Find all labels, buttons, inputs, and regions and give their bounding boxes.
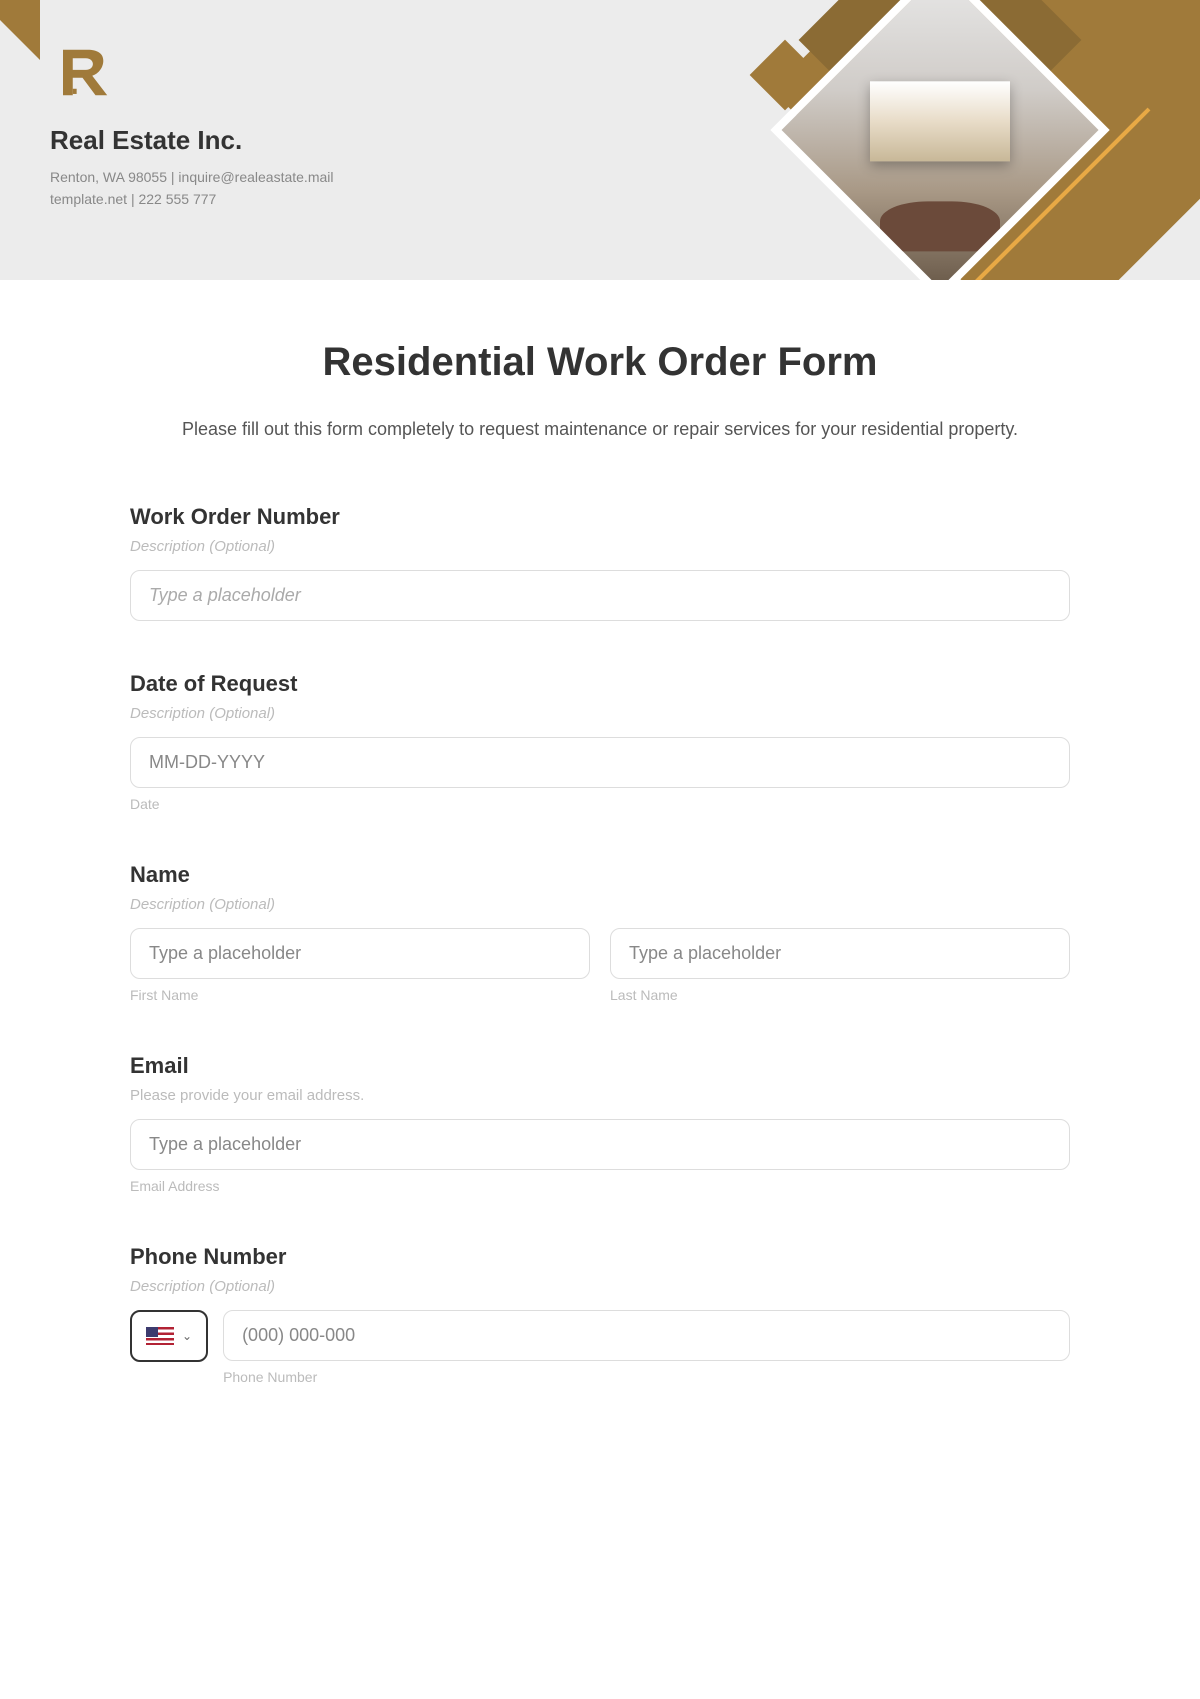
email-description: Please provide your email address. bbox=[130, 1087, 1070, 1104]
date-request-input[interactable] bbox=[130, 737, 1070, 788]
last-name-col: Last Name bbox=[610, 928, 1070, 1003]
name-row: First Name Last Name bbox=[130, 928, 1070, 1003]
company-logo bbox=[50, 40, 1150, 110]
first-name-input[interactable] bbox=[130, 928, 590, 979]
date-sublabel: Date bbox=[130, 796, 1070, 812]
header-banner: Real Estate Inc. Renton, WA 98055 | inqu… bbox=[0, 0, 1200, 280]
company-contact: template.net | 222 555 777 bbox=[50, 188, 1150, 210]
email-field: Email Please provide your email address.… bbox=[130, 1053, 1070, 1194]
phone-row: ⌄ Phone Number bbox=[130, 1310, 1070, 1385]
company-address: Renton, WA 98055 | inquire@realeastate.m… bbox=[50, 166, 1150, 188]
phone-description: Description (Optional) bbox=[130, 1278, 1070, 1295]
form-title: Residential Work Order Form bbox=[130, 340, 1070, 385]
name-description: Description (Optional) bbox=[130, 896, 1070, 913]
logo-icon bbox=[50, 40, 115, 105]
phone-field: Phone Number Description (Optional) ⌄ Ph… bbox=[130, 1244, 1070, 1385]
phone-label: Phone Number bbox=[130, 1244, 1070, 1270]
phone-input-col: Phone Number bbox=[223, 1310, 1070, 1385]
country-code-select[interactable]: ⌄ bbox=[130, 1310, 208, 1362]
first-name-col: First Name bbox=[130, 928, 590, 1003]
work-order-description: Description (Optional) bbox=[130, 538, 1070, 555]
phone-input[interactable] bbox=[223, 1310, 1070, 1361]
us-flag-icon bbox=[146, 1327, 174, 1345]
last-name-input[interactable] bbox=[610, 928, 1070, 979]
email-label: Email bbox=[130, 1053, 1070, 1079]
date-request-label: Date of Request bbox=[130, 671, 1070, 697]
chevron-down-icon: ⌄ bbox=[182, 1329, 192, 1343]
phone-sublabel: Phone Number bbox=[223, 1369, 1070, 1385]
first-name-sublabel: First Name bbox=[130, 987, 590, 1003]
email-sublabel: Email Address bbox=[130, 1178, 1070, 1194]
work-order-input[interactable] bbox=[130, 570, 1070, 621]
name-label: Name bbox=[130, 862, 1070, 888]
work-order-label: Work Order Number bbox=[130, 504, 1070, 530]
last-name-sublabel: Last Name bbox=[610, 987, 1070, 1003]
company-name: Real Estate Inc. bbox=[50, 125, 1150, 156]
form-container: Residential Work Order Form Please fill … bbox=[0, 280, 1200, 1475]
form-intro: Please fill out this form completely to … bbox=[130, 415, 1070, 444]
name-field: Name Description (Optional) First Name L… bbox=[130, 862, 1070, 1003]
date-request-field: Date of Request Description (Optional) D… bbox=[130, 671, 1070, 812]
work-order-field: Work Order Number Description (Optional) bbox=[130, 504, 1070, 621]
header-content: Real Estate Inc. Renton, WA 98055 | inqu… bbox=[0, 0, 1200, 251]
date-request-description: Description (Optional) bbox=[130, 705, 1070, 722]
email-input[interactable] bbox=[130, 1119, 1070, 1170]
